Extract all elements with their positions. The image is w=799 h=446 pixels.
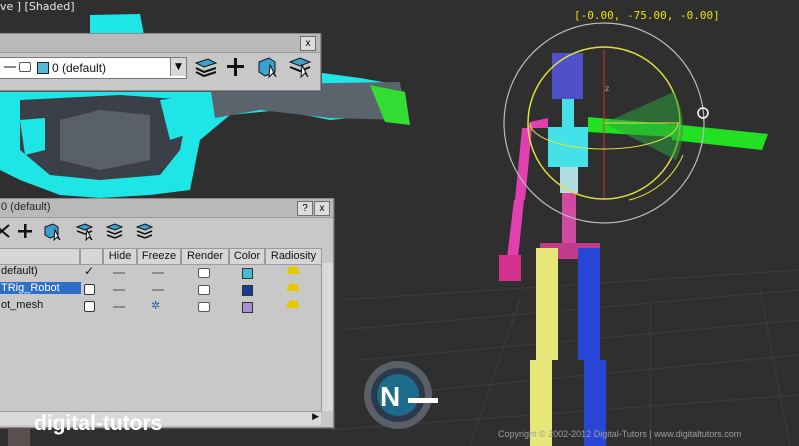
copyright-text: Copyright © 2002-2012 Digital-Tutors | w… [498,429,742,439]
column-header-render[interactable]: Render [181,248,229,265]
vertical-scrollbar[interactable] [321,263,333,411]
hide-dash-icon[interactable] [113,289,125,291]
layer-name[interactable]: TRig_Robot [0,282,81,294]
rig-left-thigh[interactable] [536,248,558,360]
add-selection-icon[interactable] [256,55,280,79]
hide-dash-icon[interactable] [113,306,125,308]
layer-color-swatch[interactable] [242,268,253,279]
create-layer-icon[interactable] [15,221,35,241]
current-layer-name: 0 (default) [52,61,107,75]
column-header-freeze[interactable]: Freeze [137,248,181,265]
render-teapot-icon[interactable] [198,268,210,278]
viewport-label[interactable]: ve ] [Shaded] [0,0,75,13]
layer-manager-icon[interactable] [194,55,218,79]
layer-manager-title: 0 (default) [1,201,51,213]
gizmo-axis-label: z [605,84,610,93]
close-button[interactable]: x [314,201,330,216]
layer-toolbar-panel[interactable]: x 0 (default) ▼ [0,33,321,91]
layer-row[interactable]: ot_mesh ✲ [0,298,321,315]
chevron-down-icon[interactable]: ▼ [170,58,186,76]
layer-row[interactable]: default) ✓ [0,264,321,281]
hide-dash-icon[interactable] [113,272,125,274]
svg-text:N: N [380,381,400,412]
watermark-text: digital-tutors [34,412,163,435]
radiosity-icon[interactable] [287,300,299,308]
column-header-color[interactable]: Color [229,248,265,265]
layer-color-swatch[interactable] [242,302,253,313]
freeze-snowflake-icon[interactable]: ✲ [151,299,160,312]
rig-right-thigh[interactable] [578,248,600,360]
column-header-radiosity[interactable]: Radiosity [265,248,322,265]
radiosity-icon[interactable] [287,283,299,291]
column-header-hide[interactable]: Hide [103,248,137,265]
freeze-dash-icon[interactable] [152,272,164,274]
add-selection-icon[interactable] [43,221,63,241]
layer-color-swatch[interactable] [242,285,253,296]
layer-color-swatch [37,62,49,74]
current-layer-checkbox[interactable] [84,284,95,295]
layer-row[interactable]: TRig_Robot [0,281,321,298]
rig-torso[interactable] [548,127,588,167]
create-layer-icon[interactable] [224,55,248,79]
help-button[interactable]: ? [297,201,313,216]
layer-name[interactable]: default) [1,265,38,277]
render-teapot-icon[interactable] [198,285,210,295]
scroll-right-arrow-icon[interactable]: ▶ [312,412,319,422]
delete-layer-icon[interactable] [0,221,13,241]
coordinate-readout: [-0.00, -75.00, -0.00] [574,9,720,22]
freeze-dash-icon[interactable] [152,289,164,291]
layer-name[interactable]: ot_mesh [1,299,43,311]
current-layer-dropdown[interactable]: 0 (default) ▼ [0,57,187,79]
layer-toolbar-titlebar[interactable]: x [0,34,320,53]
hide-all-layers-icon[interactable] [135,221,155,241]
rig-left-hand[interactable] [499,255,521,281]
current-layer-check-icon[interactable]: ✓ [84,264,94,278]
hide-dash-icon [4,66,16,68]
radiosity-icon[interactable] [287,266,299,274]
highlight-layer-icon[interactable] [105,221,125,241]
column-header-name[interactable] [0,248,80,265]
render-teapot-icon [19,62,31,72]
layer-manager-titlebar[interactable]: 0 (default) ? x [0,199,333,218]
render-teapot-icon[interactable] [198,302,210,312]
close-button[interactable]: x [300,36,316,51]
layer-manager-toolbar [0,219,333,245]
column-header-current[interactable] [80,248,103,265]
select-layer-icon[interactable] [288,55,312,79]
rig-head[interactable] [552,53,583,99]
layer-manager-panel[interactable]: 0 (default) ? x Hide Freeze Render Color… [0,198,334,428]
select-objects-icon[interactable] [75,221,95,241]
current-layer-checkbox[interactable] [84,301,95,312]
